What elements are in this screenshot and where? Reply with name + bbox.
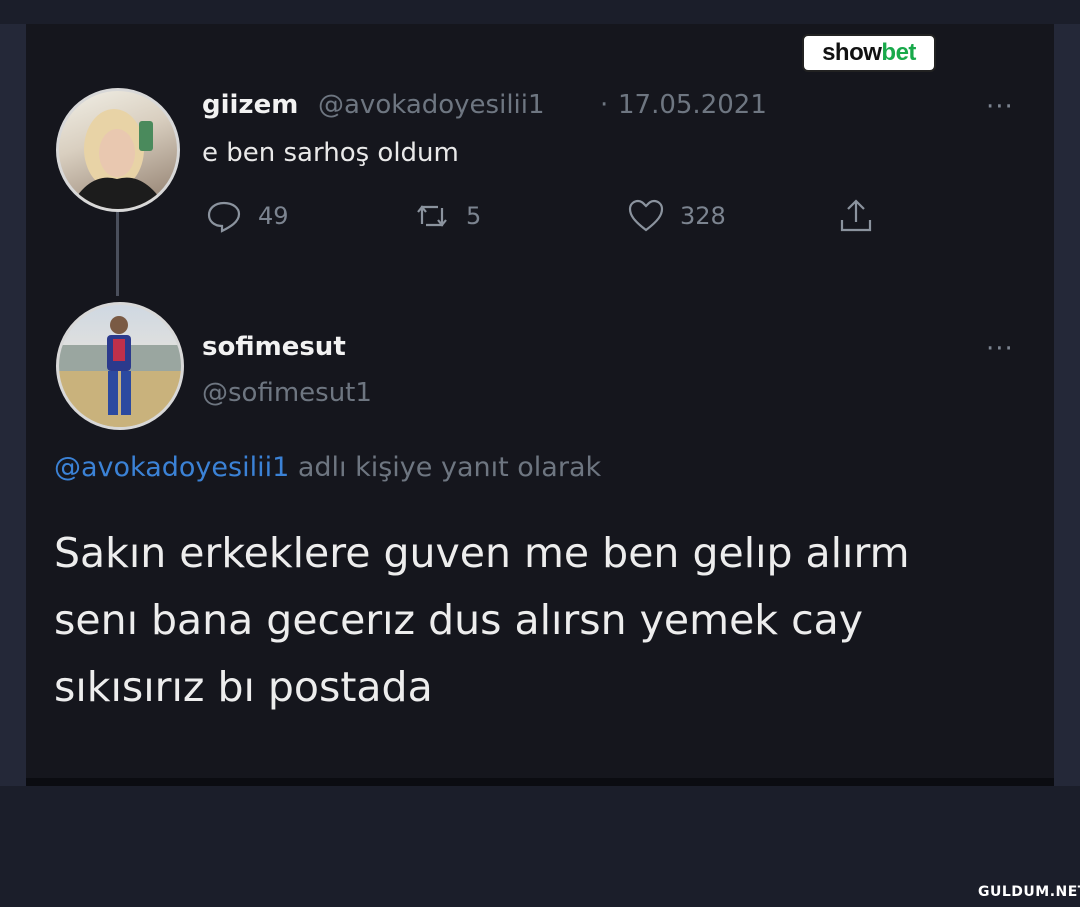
avatar-sofimesut[interactable] xyxy=(56,302,184,430)
retweet-icon xyxy=(417,205,447,227)
tweet-text: e ben sarhoş oldum xyxy=(202,138,459,168)
brand-logo: show bet xyxy=(802,34,936,72)
tweet-date[interactable]: 17.05.2021 xyxy=(618,90,767,120)
like-button[interactable]: 328 xyxy=(626,196,726,236)
thread-line xyxy=(116,212,119,296)
card-bottom-edge xyxy=(26,778,1054,786)
like-count: 328 xyxy=(680,202,726,230)
reply-text: Sakın erkeklere guven me ben gelıp alırm… xyxy=(54,520,1014,721)
reply-text-line: Sakın erkeklere guven me ben gelıp alırm xyxy=(54,529,910,577)
brand-logo-text-2: bet xyxy=(881,39,916,66)
avatar-photo-icon xyxy=(69,109,167,209)
tweet-author-handle[interactable]: @avokadoyesilii1 xyxy=(318,90,545,120)
tweet-separator: · xyxy=(600,90,609,120)
reply-icon xyxy=(207,201,241,233)
replying-to: @avokadoyesilii1 adlı kişiye yanıt olara… xyxy=(54,452,601,483)
retweet-button[interactable]: 5 xyxy=(412,196,481,236)
brand-logo-text-1: show xyxy=(822,39,882,66)
frame-left xyxy=(0,24,26,786)
reply-more-icon[interactable]: ··· xyxy=(986,334,1014,364)
share-button[interactable] xyxy=(836,196,876,236)
share-icon xyxy=(840,199,872,232)
retweet-count: 5 xyxy=(466,202,482,230)
tweet-author-name[interactable]: giizem xyxy=(202,90,298,120)
replying-to-mention[interactable]: @avokadoyesilii1 xyxy=(54,452,289,483)
watermark: GULDUM.NET xyxy=(978,884,1080,900)
reply-button[interactable]: 49 xyxy=(204,196,289,236)
replying-to-suffix: adlı kişiye yanıt olarak xyxy=(289,452,602,483)
avatar-photo-icon xyxy=(59,316,181,427)
reply-count: 49 xyxy=(258,202,289,230)
heart-icon xyxy=(628,199,664,232)
avatar-giizem[interactable] xyxy=(56,88,180,212)
reply-author-name[interactable]: sofimesut xyxy=(202,332,346,362)
reply-author-handle[interactable]: @sofimesut1 xyxy=(202,378,372,408)
tweet-more-icon[interactable]: ··· xyxy=(986,92,1014,122)
reply-text-line: senı bana gecerız dus alırsn yemek cay xyxy=(54,596,864,644)
reply-text-line: sıkısırız bı postada xyxy=(54,663,433,711)
frame-right xyxy=(1054,24,1080,786)
